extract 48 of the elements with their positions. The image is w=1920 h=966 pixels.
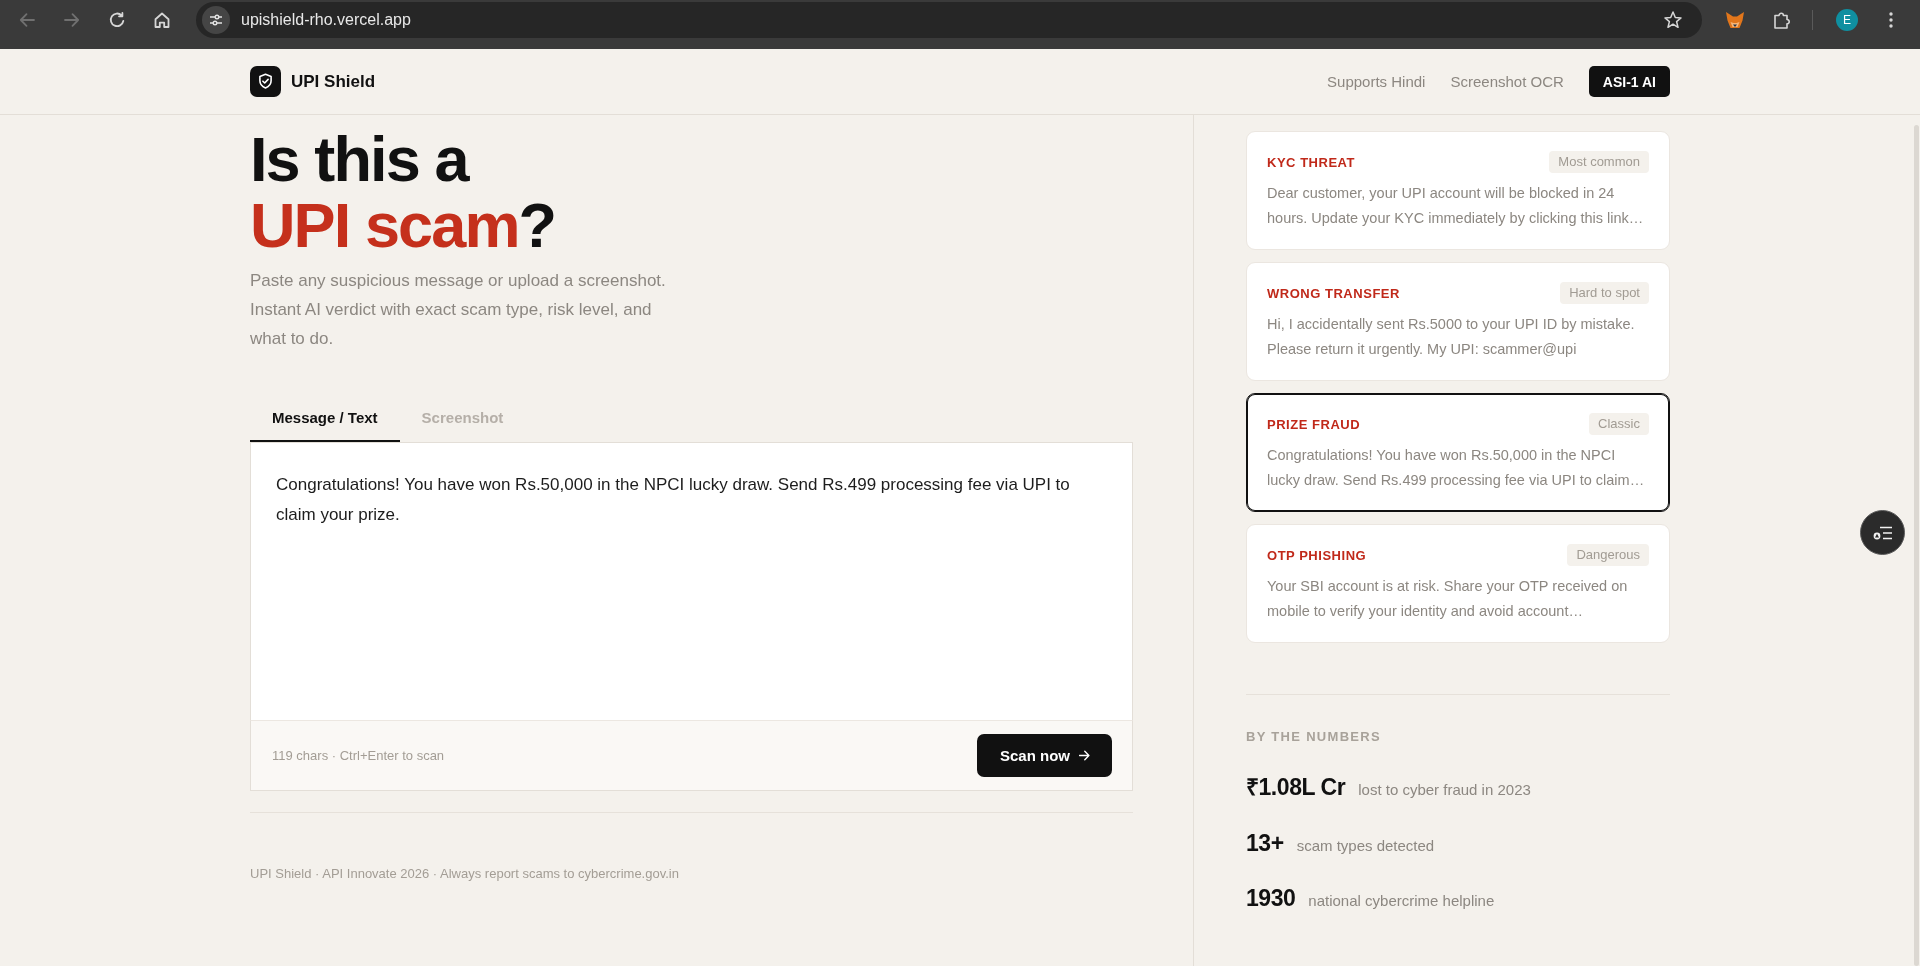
example-card[interactable]: PRIZE FRAUD Classic Congratulations! You have won Rs.50,000 in the NPCI lucky draw. Send Rs.499 processing fee via UPI to claim… xyxy=(1246,393,1670,512)
example-card[interactable]: KYC THREAT Most common Dear customer, your UPI account will be blocked in 24 hours. Update your KYC immediately by clicking this link… xyxy=(1246,131,1670,250)
hero-heading: Is this a UPI scam? xyxy=(250,126,557,258)
address-bar[interactable]: upishield-rho.vercel.app xyxy=(196,2,1702,38)
stat-value: ₹1.08L Cr xyxy=(1246,773,1346,802)
menu-icon[interactable] xyxy=(1889,12,1893,28)
card-description: Congratulations! You have won Rs.50,000 in the NPCI lucky draw. Send Rs.499 processing fee via UPI to claim… xyxy=(1267,446,1646,490)
url-text: upishield-rho.vercel.app xyxy=(241,11,411,29)
scrollbar-thumb[interactable] xyxy=(1914,125,1919,966)
fox-icon[interactable] xyxy=(1725,11,1745,29)
stat-label: national cybercrime helpline xyxy=(1308,891,1495,911)
stat-value: 1930 xyxy=(1246,884,1296,913)
arrow-right-icon xyxy=(1079,750,1090,761)
card-title: WRONG TRANSFER xyxy=(1267,285,1400,301)
feature-label: Supports Hindi xyxy=(1327,73,1426,90)
stats-heading: BY THE NUMBERS xyxy=(1246,729,1382,745)
profile-avatar[interactable]: E xyxy=(1836,9,1858,31)
stat-label: scam types detected xyxy=(1296,835,1435,856)
message-input[interactable]: Congratulations! You have won Rs.50,000 in the NPCI lucky draw. Send Rs.499 processing fee via UPI to claim your prize. xyxy=(250,442,1133,720)
scam-tag: Most common xyxy=(1549,151,1649,173)
card-description: Dear customer, your UPI account will be blocked in 24 hours. Update your KYC immediately by clicking this link… xyxy=(1267,184,1645,228)
stat-value: 13+ xyxy=(1246,828,1284,858)
shield-icon[interactable] xyxy=(250,66,281,97)
site-settings-icon[interactable] xyxy=(202,6,230,34)
scam-tag: Hard to spot xyxy=(1560,282,1649,304)
stat-label: lost to cyber fraud in 2023 xyxy=(1358,780,1531,800)
ai-badge: ASI-1 AI xyxy=(1588,66,1670,97)
card-description: Your SBI account is at risk. Share your OTP received on mobile to verify your identity and avoid account… xyxy=(1267,577,1629,621)
home-icon[interactable] xyxy=(154,12,170,28)
reload-icon[interactable] xyxy=(109,12,125,28)
card-title: PRIZE FRAUD xyxy=(1267,416,1361,432)
footer-text: UPI Shield · API Innovate 2026 · Always report scams to cybercrime.gov.in xyxy=(250,865,680,883)
star-icon[interactable] xyxy=(1664,11,1682,29)
example-card[interactable]: WRONG TRANSFER Hard to spot Hi, I accidentally sent Rs.5000 to your UPI ID by mistake. Please return it urgently. My UPI: scammer@upi xyxy=(1246,262,1670,381)
card-title: KYC THREAT xyxy=(1267,154,1355,170)
brand-name[interactable]: UPI Shield xyxy=(291,71,376,92)
puzzle-icon[interactable] xyxy=(1773,11,1791,29)
hero-subtitle: Paste any suspicious message or upload a screenshot. Instant AI verdict with exact scam type, risk level, and what to do. xyxy=(250,270,667,350)
scan-button[interactable]: Scan now xyxy=(977,734,1112,777)
card-description: Hi, I accidentally sent Rs.5000 to your UPI ID by mistake. Please return it urgently. My UPI: scammer@upi xyxy=(1267,315,1636,359)
feature-label: Screenshot OCR xyxy=(1450,73,1564,90)
char-count-hint: 119 chars · Ctrl+Enter to scan xyxy=(272,748,445,763)
scam-tag: Classic xyxy=(1589,413,1649,435)
example-card[interactable]: OTP PHISHING Dangerous Your SBI account is at risk. Share your OTP received on mobile to verify your identity and avoid account… xyxy=(1246,524,1670,643)
card-title: OTP PHISHING xyxy=(1267,547,1367,563)
scam-tag: Dangerous xyxy=(1567,544,1649,566)
floating-action-button[interactable] xyxy=(1860,510,1905,555)
list-icon xyxy=(1872,525,1893,540)
